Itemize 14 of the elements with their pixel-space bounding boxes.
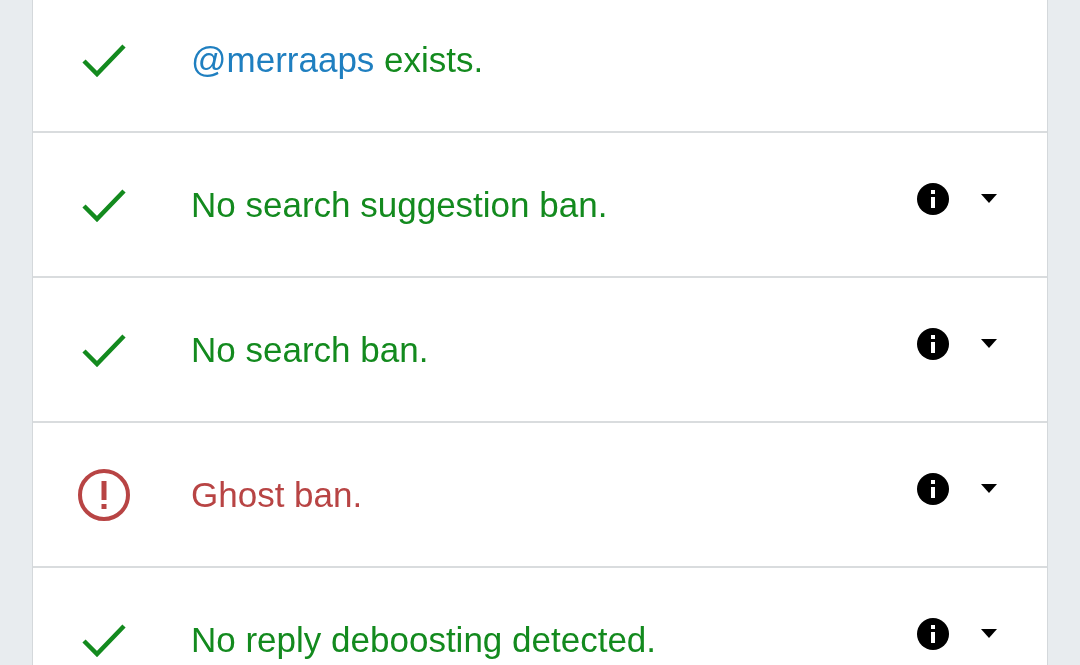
caret-icon[interactable] bbox=[981, 339, 997, 348]
username-link[interactable]: @merraaps bbox=[191, 39, 375, 79]
info-icon[interactable] bbox=[917, 182, 949, 215]
caret-icon[interactable] bbox=[981, 629, 997, 638]
caret-icon[interactable] bbox=[981, 194, 997, 203]
status-message: No reply deboosting detected. bbox=[191, 619, 658, 660]
status-message: @merraaps exists. bbox=[191, 39, 485, 80]
caret-icon[interactable] bbox=[981, 484, 997, 493]
info-icon[interactable] bbox=[917, 327, 949, 360]
status-message: Ghost ban. bbox=[191, 474, 364, 515]
info-icon[interactable] bbox=[917, 617, 949, 650]
status-message: No search ban. bbox=[191, 329, 430, 370]
status-message: No search suggestion ban. bbox=[191, 184, 609, 225]
info-icon[interactable] bbox=[917, 472, 949, 505]
